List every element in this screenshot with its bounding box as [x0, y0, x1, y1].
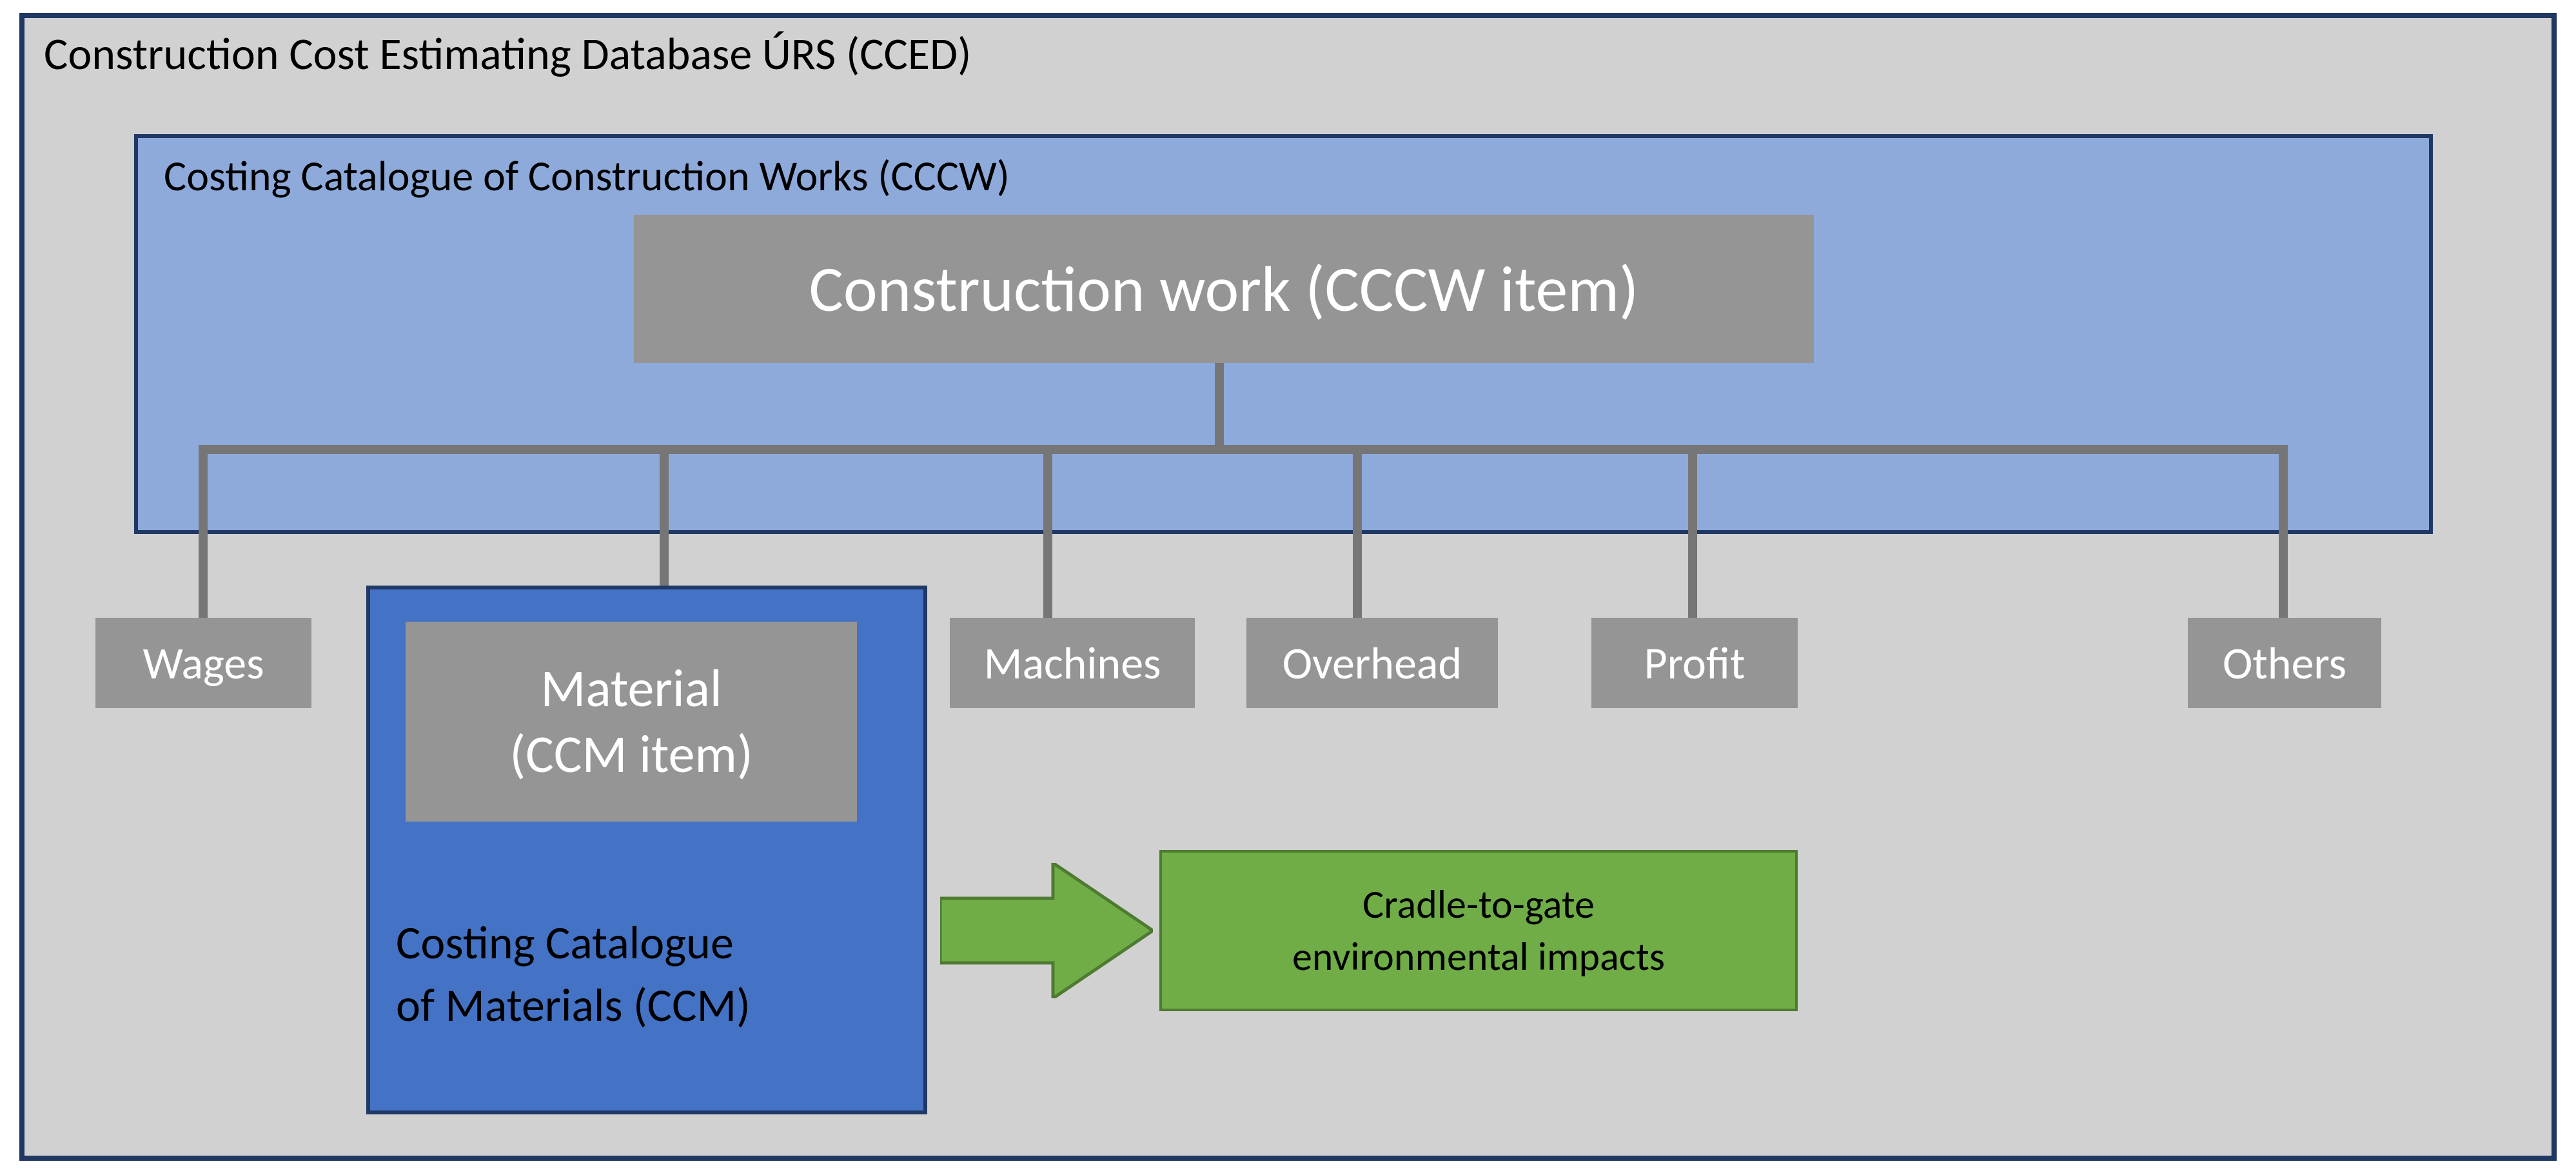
connector-branch-profit	[1688, 445, 1697, 619]
cccw-title: Costing Catalogue of Construction Works …	[164, 150, 1010, 202]
ccm-caption: Costing Catalogue of Materials (CCM)	[396, 912, 751, 1037]
ccm-material-line2: (CCM item)	[509, 722, 753, 788]
connector-hbar	[199, 445, 2288, 454]
connector-branch-overhead	[1353, 445, 1362, 619]
diagram-canvas: Construction Cost Estimating Database ÚR…	[0, 0, 2576, 1175]
impacts-box: Cradle-to-gate environmental impacts	[1159, 850, 1798, 1011]
cccw-item-box: Construction work (CCCW item)	[634, 215, 1814, 363]
ccm-container: Material (CCM item) Costing Catalogue of…	[366, 586, 927, 1114]
ccm-material-box: Material (CCM item)	[406, 622, 857, 822]
leaf-profit: Profit	[1591, 618, 1798, 708]
cced-container: Construction Cost Estimating Database ÚR…	[19, 13, 2557, 1161]
impacts-line1: Cradle-to-gate	[1292, 878, 1665, 931]
connector-branch-others	[2279, 445, 2288, 619]
leaf-machines: Machines	[950, 618, 1195, 708]
arrow-icon	[940, 863, 1153, 998]
ccm-caption-line2: of Materials (CCM)	[396, 974, 751, 1037]
leaf-overhead: Overhead	[1246, 618, 1498, 708]
leaf-others: Others	[2188, 618, 2381, 708]
ccm-caption-line1: Costing Catalogue	[396, 912, 751, 974]
cced-title: Construction Cost Estimating Database ÚR…	[44, 26, 971, 81]
leaf-wages: Wages	[95, 618, 311, 708]
ccm-material-line1: Material	[540, 656, 722, 722]
connector-branch-wages	[199, 445, 208, 619]
connector-trunk	[1215, 363, 1224, 450]
connector-branch-machines	[1043, 445, 1052, 619]
impacts-line2: environmental impacts	[1292, 931, 1665, 983]
